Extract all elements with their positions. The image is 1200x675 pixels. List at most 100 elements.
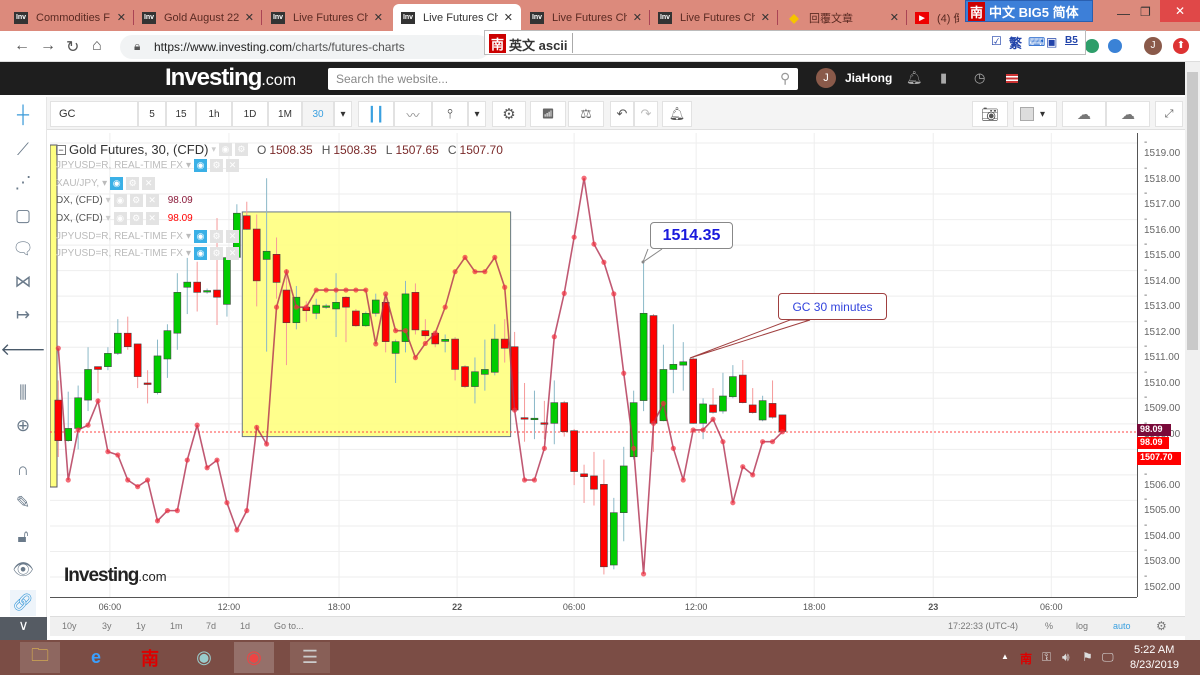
site-search-input[interactable]: Search the website... <box>328 68 798 90</box>
cloud-upload-icon[interactable]: ☁ <box>1106 101 1150 127</box>
compare-scale-icon[interactable]: ⚖ <box>568 101 604 127</box>
interval-1m[interactable]: 1M <box>268 101 302 127</box>
browser-tab-active[interactable]: Inv Live Futures Ch ✕ <box>393 4 521 31</box>
reload-icon[interactable]: ↻ <box>66 37 79 57</box>
add-alert-icon[interactable]: 🔔︎ <box>662 101 692 127</box>
main-series-legend[interactable]: − Gold Futures, 30, (CFD) ▾ ◉ ⚙ O 1508.35 … <box>56 142 503 157</box>
remove-icon[interactable]: ✕ <box>226 159 239 172</box>
ime-window-icon[interactable]: ▣ <box>1046 35 1057 49</box>
update-icon[interactable]: ⬆ <box>1173 38 1189 54</box>
hide-tools-arrow-icon[interactable]: 🡐 <box>0 337 46 363</box>
gear-icon[interactable]: ⚙ <box>126 177 140 190</box>
auto-scale-toggle[interactable]: auto <box>1113 621 1131 631</box>
chrome-icon[interactable]: ◉ <box>234 642 274 673</box>
remove-icon[interactable]: ✕ <box>226 247 239 260</box>
lock-drawing-icon[interactable]: ✎ <box>10 490 36 516</box>
interval-dropdown-icon[interactable]: ▾ <box>334 101 352 127</box>
gear-icon[interactable]: ⚙ <box>210 230 223 243</box>
eye-icon[interactable]: ◉ <box>110 177 124 190</box>
eye-icon[interactable]: ◉ <box>194 159 207 172</box>
study-legend[interactable]: DX, (CFD) ▾ ◉ ⚙ ✕ 98.09 <box>56 194 193 207</box>
range-7d[interactable]: 7d <box>206 621 216 631</box>
url-field[interactable]: 🔒︎ https://www.investing.com/charts/futur… <box>120 35 490 59</box>
ime-keyboard-icon[interactable]: ⌨ <box>1028 35 1045 49</box>
color-dropdown[interactable]: ▾ <box>1013 101 1057 127</box>
indicators-icon[interactable]: 📶︎ <box>530 101 566 127</box>
interval-15[interactable]: 15 <box>166 101 196 127</box>
scrollbar-thumb[interactable] <box>1187 72 1198 350</box>
browser-tab[interactable]: Inv Live Futures Ch ✕ <box>522 4 650 31</box>
range-1y[interactable]: 1y <box>136 621 146 631</box>
settings-gear-icon[interactable]: ⚙ <box>492 101 526 127</box>
magnet-icon[interactable]: ∩ <box>10 457 36 483</box>
investing-logo[interactable]: Investing.com <box>165 64 296 92</box>
trend-line-icon[interactable]: ⟋ <box>10 137 36 163</box>
search-icon[interactable]: ⚲ <box>780 70 790 87</box>
chart-settings-gear-icon[interactable]: ⚙ <box>1156 619 1167 633</box>
interval-1d[interactable]: 1D <box>232 101 268 127</box>
style-dropdown-icon[interactable]: ▾ <box>468 101 486 127</box>
tray-network-icon[interactable]: ⚿ <box>1042 650 1051 665</box>
study-legend[interactable]: JPYUSD=R, REAL-TIME FX ▾ ◉ ⚙ ✕ <box>56 247 239 260</box>
browser-tab[interactable]: Inv Gold August 22 ✕ <box>134 4 262 31</box>
tray-expand-icon[interactable]: ▲ <box>1001 652 1009 661</box>
home-icon[interactable]: ⌂ <box>92 37 102 55</box>
gear-icon[interactable]: ⚙ <box>210 247 223 260</box>
callout-icon[interactable]: 🗨︎ <box>10 236 36 262</box>
profile-avatar[interactable]: J <box>1144 37 1162 55</box>
internet-explorer-icon[interactable]: e <box>76 642 116 673</box>
remove-icon[interactable]: ✕ <box>226 230 239 243</box>
restore-icon[interactable]: ❐ <box>1140 5 1151 19</box>
zoom-in-icon[interactable]: ⊕ <box>10 413 36 439</box>
log-scale-toggle[interactable]: log <box>1076 621 1088 631</box>
price-callout[interactable]: 1514.35 <box>650 222 733 249</box>
clock-icon[interactable]: ◷ <box>974 70 985 86</box>
close-tab-icon[interactable]: ✕ <box>374 11 383 24</box>
compare-icon[interactable]: ⫯ <box>432 101 468 127</box>
fib-tool-icon[interactable]: ⋰ <box>10 170 36 196</box>
extension-icon[interactable] <box>1085 39 1099 53</box>
interval-5[interactable]: 5 <box>138 101 166 127</box>
study-legend[interactable]: XAU/JPY, ▾ ◉ ⚙ ✕ <box>56 177 156 190</box>
close-tab-icon[interactable]: ✕ <box>890 11 899 24</box>
price-chart[interactable]: Investing.com − Gold Futures, 30, (CFD) … <box>50 133 1137 597</box>
us-flag-icon[interactable] <box>1006 74 1018 83</box>
back-icon[interactable]: ← <box>14 37 30 55</box>
rectangle-icon[interactable]: ▢ <box>10 203 36 229</box>
ime-b5-button[interactable]: B5 <box>1065 35 1078 46</box>
ime-status-bar[interactable]: 南中文 BIG5 简体 <box>965 0 1093 22</box>
range-1d[interactable]: 1d <box>240 621 250 631</box>
taskbar-date[interactable]: 8/23/2019 <box>1130 659 1179 671</box>
tray-volume-icon[interactable]: 🔊︎ <box>1062 650 1070 665</box>
text-callout[interactable]: GC 30 minutes <box>778 293 887 320</box>
minimize-icon[interactable]: — <box>1117 6 1130 21</box>
remove-icon[interactable]: ✕ <box>145 194 159 207</box>
user-avatar[interactable]: J <box>816 68 836 88</box>
go-to-date-button[interactable]: Go to... <box>274 621 304 631</box>
fullscreen-icon[interactable]: ⤢ <box>1155 101 1183 127</box>
crosshair-icon[interactable]: ┼ <box>10 102 36 128</box>
collapse-chevron-down-icon[interactable]: ∨ <box>0 617 47 640</box>
eye-icon[interactable]: 👁︎ <box>10 557 36 583</box>
pattern-icon[interactable]: ⋈ <box>10 269 36 295</box>
ime-check-icon[interactable]: ☑ <box>991 34 1002 48</box>
dropdown-icon[interactable]: ▾ <box>211 144 216 155</box>
ime-traditional-button[interactable]: 繁 <box>1009 33 1022 52</box>
browser-tab[interactable]: ◆ 回覆文章 ✕ <box>779 4 907 31</box>
interval-1h[interactable]: 1h <box>196 101 232 127</box>
study-legend[interactable]: DX, (CFD) ▾ ◉ ⚙ ✕ 98.09 <box>56 212 193 225</box>
page-scrollbar[interactable] <box>1185 62 1200 640</box>
line-style-icon[interactable]: 〰 <box>394 101 432 127</box>
gear-icon[interactable]: ⚙ <box>129 194 143 207</box>
ime-input-bar[interactable]: 南 英文 ascii ☑ 繁 ⌨ ▣ B5 <box>484 30 1086 55</box>
close-tab-icon[interactable]: ✕ <box>504 11 513 24</box>
gear-icon[interactable]: ⚙ <box>129 212 143 225</box>
remove-icon[interactable]: ✕ <box>142 177 156 190</box>
close-tab-icon[interactable]: ✕ <box>245 11 254 24</box>
tray-flag-icon[interactable]: ⚑ <box>1082 650 1093 664</box>
browser-tab[interactable]: ▶ (4) 倒 <box>907 4 967 31</box>
close-tab-icon[interactable]: ✕ <box>633 11 642 24</box>
gear-icon[interactable]: ⚙ <box>234 143 248 156</box>
app-icon[interactable]: ☰ <box>290 642 330 673</box>
eye-icon[interactable]: ◉ <box>113 212 127 225</box>
